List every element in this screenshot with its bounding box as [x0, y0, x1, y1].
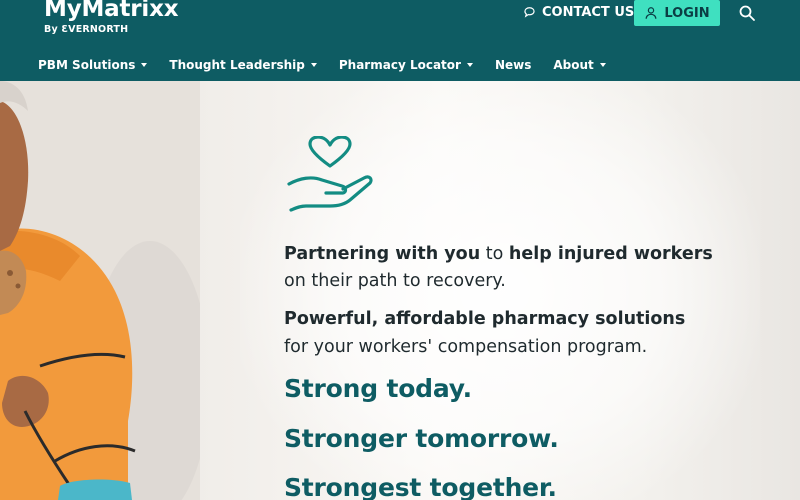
hero-intro-line-1: Partnering with you to help injured work…	[284, 243, 713, 265]
nav-item-label: PBM Solutions	[38, 58, 136, 72]
login-button[interactable]: LOGIN	[634, 0, 720, 26]
chevron-down-icon	[141, 63, 148, 67]
chat-bubble-icon	[524, 7, 535, 18]
login-label: LOGIN	[664, 5, 710, 21]
nav-item-about[interactable]: About	[553, 56, 606, 74]
tagline-strong-today: Strong today.	[284, 374, 472, 403]
nav-item-label: Pharmacy Locator	[338, 58, 461, 72]
search-icon	[739, 5, 755, 21]
chevron-down-icon	[599, 63, 606, 67]
contact-us-label: CONTACT US	[542, 5, 635, 20]
tagline-strongest-together: Strongest together.	[284, 473, 557, 500]
hero-solutions-subtext: for your workers' compensation program.	[284, 337, 648, 357]
tagline-stronger-tomorrow: Stronger tomorrow.	[284, 424, 559, 453]
chevron-down-icon	[310, 63, 317, 67]
nav-item-pbm-solutions[interactable]: PBM Solutions	[38, 56, 148, 74]
main-nav: PBM Solutions Thought Leadership Pharmac…	[38, 56, 628, 74]
search-button[interactable]	[738, 4, 756, 22]
logo-by-evernorth: By ƐVERNORTH	[44, 24, 129, 35]
intro-bold-partnering: Partnering with you	[284, 244, 481, 264]
intro-connector: to	[480, 244, 509, 264]
hero-intro-line-2: on their path to recovery.	[284, 271, 506, 291]
hero-solutions-heading: Powerful, affordable pharmacy solutions	[284, 309, 686, 329]
hero-photo-person	[0, 81, 200, 500]
nav-item-label: Thought Leadership	[169, 58, 305, 72]
nav-item-news[interactable]: News	[495, 56, 531, 74]
hand-heart-icon	[287, 136, 373, 212]
contact-us-link[interactable]: CONTACT US	[523, 5, 634, 20]
logo-name: MyMatrixx	[44, 0, 179, 22]
nav-item-label: News	[494, 58, 532, 72]
nav-item-label: About	[553, 58, 594, 72]
nav-item-thought-leadership[interactable]: Thought Leadership	[169, 56, 317, 74]
user-icon	[645, 7, 657, 19]
nav-item-pharmacy-locator[interactable]: Pharmacy Locator	[339, 56, 473, 74]
site-header: MyMatrixx By ƐVERNORTH CONTACT US LOGIN …	[0, 0, 800, 81]
chevron-down-icon	[466, 63, 473, 67]
intro-bold-help: help injured workers	[508, 244, 713, 264]
site-logo[interactable]: MyMatrixx By ƐVERNORTH	[44, 0, 179, 36]
